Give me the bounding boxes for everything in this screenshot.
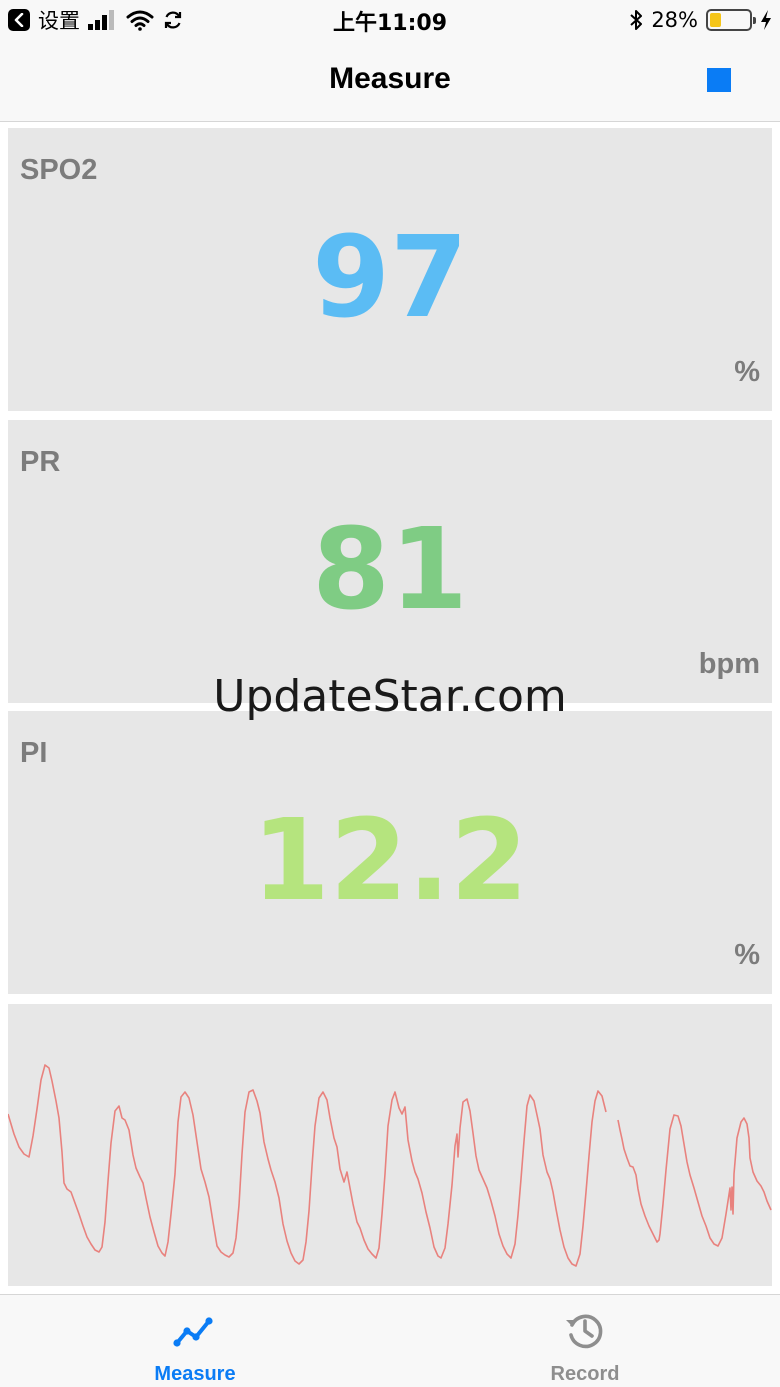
tab-measure[interactable]: Measure — [0, 1295, 390, 1387]
spo2-unit: % — [734, 356, 760, 388]
battery-icon — [706, 9, 756, 31]
tab-measure-label: Measure — [154, 1363, 236, 1385]
spo2-card: SPO2 97 % — [8, 128, 772, 411]
perfusion-index-value: 12.2 — [251, 796, 529, 926]
pulse-rate-card: PR 81 bpm — [8, 420, 772, 703]
battery-level — [710, 13, 721, 27]
charging-bolt-icon — [761, 10, 771, 30]
watermark-text: UpdateStar.com — [213, 671, 567, 722]
tab-bar: Measure Record — [0, 1294, 780, 1387]
page-title: Measure — [329, 62, 451, 95]
status-bar: 设置 上午11:09 28% — [0, 0, 780, 40]
history-icon — [566, 1314, 603, 1349]
spo2-value: 97 — [312, 213, 468, 343]
tab-record-label: Record — [550, 1363, 620, 1385]
perfusion-index-unit: % — [734, 939, 760, 971]
stop-icon[interactable] — [707, 68, 731, 92]
waveform-icon — [173, 1317, 213, 1347]
pleth-waveform-card — [8, 1004, 772, 1286]
pulse-rate-label: PR — [20, 446, 61, 478]
perfusion-index-label: PI — [20, 737, 48, 769]
tab-record[interactable]: Record — [390, 1295, 780, 1387]
perfusion-index-card: PI 12.2 % — [8, 711, 772, 994]
battery-percent: 28% — [651, 8, 698, 32]
status-right: 28% — [629, 6, 772, 34]
navigation-bar: Measure — [0, 40, 780, 122]
pulse-rate-value: 81 — [312, 505, 468, 635]
pleth-waveform-chart — [8, 1064, 772, 1267]
pleth-waveform-line — [8, 1064, 772, 1267]
spo2-label: SPO2 — [20, 154, 98, 186]
bluetooth-icon — [630, 10, 643, 30]
